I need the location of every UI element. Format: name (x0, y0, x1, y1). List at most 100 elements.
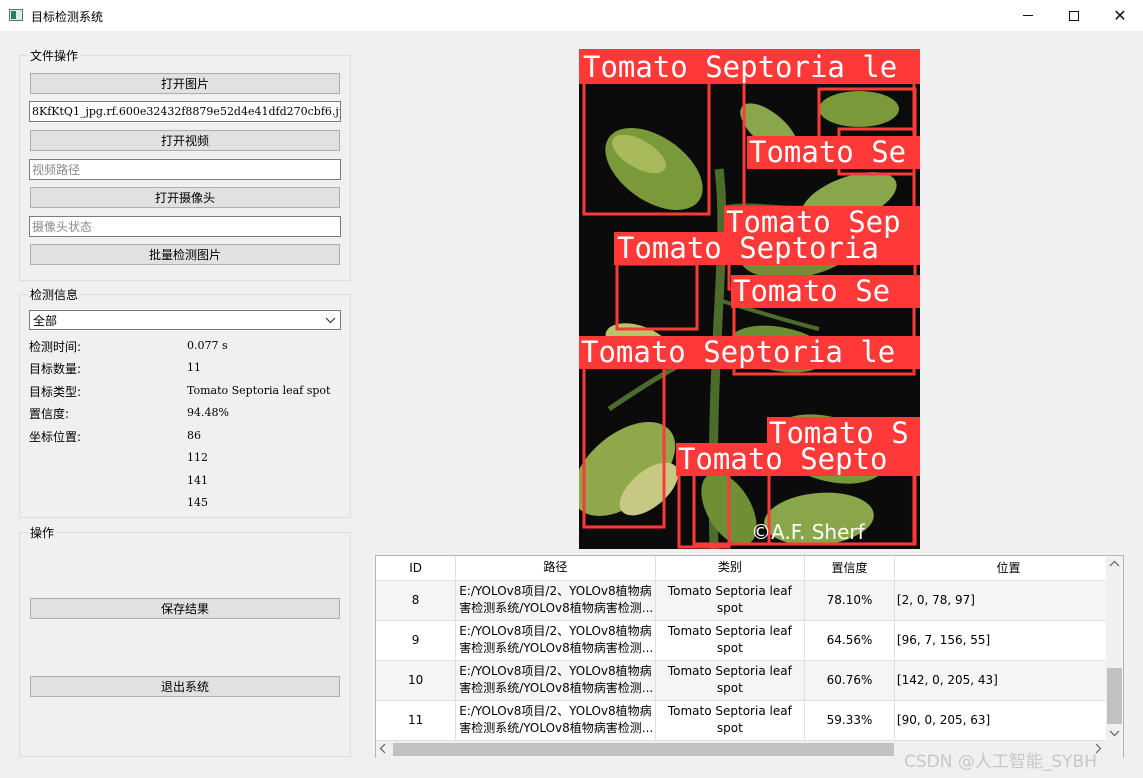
cell-class-line1: Tomato Septoria leaf (667, 704, 792, 718)
scroll-corner (1106, 741, 1123, 758)
cell-class-line2: spot (716, 721, 743, 735)
table-row[interactable]: 8 E:/YOLOv8项目/2、YOLOv8植物病 害检测系统/YOLOv8植物病… (376, 580, 1123, 621)
window-title: 目标检测系统 (31, 10, 104, 24)
table-header-row: ID 路径 类别 置信度 位置 (376, 556, 1123, 581)
vertical-scroll-thumb[interactable] (1107, 668, 1122, 724)
cell-path-line2: 害检测系统/YOLOv8植物病害检测... (459, 681, 654, 695)
target-filter-select[interactable]: 全部 (29, 310, 341, 330)
batch-detect-button[interactable]: 批量检测图片 (30, 244, 340, 265)
target-type-label: 目标类型: (29, 385, 82, 399)
scroll-down-icon[interactable] (1109, 729, 1120, 737)
col-header-id[interactable]: ID (376, 556, 457, 581)
coord-xmin-value: 86 (187, 429, 201, 442)
close-button[interactable]: ✕ (1097, 0, 1143, 31)
camera-status-field[interactable]: 摄像头状态 (29, 216, 341, 237)
cell-confidence: 64.56% (804, 620, 895, 661)
open-image-button[interactable]: 打开图片 (30, 73, 340, 94)
scroll-left-icon[interactable] (379, 743, 387, 754)
chevron-down-icon (325, 317, 336, 324)
video-path-placeholder: 视频路径 (32, 163, 81, 177)
box-label-4: Tomato Septoria (617, 231, 879, 265)
app-icon (9, 9, 23, 21)
scroll-up-icon[interactable] (1109, 560, 1120, 568)
horizontal-scroll-thumb[interactable] (393, 743, 894, 756)
cell-position: [90, 0, 205, 63] (894, 700, 1123, 741)
cell-id: 11 (376, 700, 457, 741)
cell-confidence: 59.33% (804, 700, 895, 741)
save-result-button[interactable]: 保存结果 (30, 598, 340, 619)
cell-path-line2: 害检测系统/YOLOv8植物病害检测... (459, 641, 654, 655)
cell-class-line1: Tomato Septoria leaf (667, 624, 792, 638)
cell-path: E:/YOLOv8项目/2、YOLOv8植物病 害检测系统/YOLOv8植物病害检… (455, 580, 656, 621)
confidence-value: 94.48% (187, 406, 229, 419)
operations-group: 操作 (19, 524, 351, 757)
cell-id: 10 (376, 660, 457, 701)
minimize-button[interactable] (1005, 0, 1051, 31)
cell-path: E:/YOLOv8项目/2、YOLOv8植物病 害检测系统/YOLOv8植物病害检… (455, 660, 656, 701)
cell-confidence: 78.10% (804, 580, 895, 621)
cell-class-line1: Tomato Septoria leaf (667, 664, 792, 678)
minimize-icon (1023, 15, 1033, 16)
table-row[interactable]: 10 E:/YOLOv8项目/2、YOLOv8植物病 害检测系统/YOLOv8植物… (376, 660, 1123, 701)
col-header-confidence[interactable]: 置信度 (804, 556, 895, 581)
coord-xmax-value: 141 (187, 474, 208, 487)
target-count-value: 11 (187, 361, 201, 374)
operations-title: 操作 (28, 524, 57, 541)
video-path-field[interactable]: 视频路径 (29, 159, 341, 180)
close-icon: ✕ (1113, 5, 1127, 25)
open-camera-button[interactable]: 打开摄像头 (30, 187, 340, 208)
cell-class: Tomato Septoria leaf spot (655, 660, 806, 701)
cell-path-line2: 害检测系统/YOLOv8植物病害检测... (459, 721, 654, 735)
box-label-8: Tomato Septo (678, 442, 888, 476)
cell-position: [2, 0, 78, 97] (894, 580, 1123, 621)
cell-class-line2: spot (716, 601, 743, 615)
target-filter-value: 全部 (33, 313, 58, 328)
detection-canvas: Tomato Septoria le Tomato Se Tomato Sep … (579, 49, 920, 549)
maximize-icon (1069, 10, 1079, 21)
cell-path-line1: E:/YOLOv8项目/2、YOLOv8植物病 (459, 624, 652, 638)
cell-class-line2: spot (716, 641, 743, 655)
cell-id: 9 (376, 620, 457, 661)
copyright-text: ©A.F. Sherf (751, 520, 866, 544)
cell-class-line1: Tomato Septoria leaf (667, 584, 792, 598)
detect-time-value: 0.077 s (187, 339, 228, 352)
cell-path: E:/YOLOv8项目/2、YOLOv8植物病 害检测系统/YOLOv8植物病害检… (455, 620, 656, 661)
cell-path-line1: E:/YOLOv8项目/2、YOLOv8植物病 (459, 584, 652, 598)
cell-path-line2: 害检测系统/YOLOv8植物病害检测... (459, 601, 654, 615)
table-row[interactable]: 11 E:/YOLOv8项目/2、YOLOv8植物病 害检测系统/YOLOv8植物… (376, 700, 1123, 741)
detect-info-title: 检测信息 (28, 286, 81, 303)
coord-ymax-value: 145 (187, 496, 208, 509)
maximize-button[interactable] (1051, 0, 1097, 31)
cell-position: [142, 0, 205, 43] (894, 660, 1123, 701)
col-header-path[interactable]: 路径 (455, 556, 656, 581)
col-header-position[interactable]: 位置 (894, 556, 1123, 581)
image-path-field[interactable]: 8KfKtQ1_jpg.rf.600e32432f8879e52d4e41dfd… (29, 101, 341, 122)
box-label-1: Tomato Septoria le (583, 50, 897, 84)
cell-class: Tomato Septoria leaf spot (655, 700, 806, 741)
camera-status-placeholder: 摄像头状态 (32, 220, 93, 234)
table-row[interactable]: 9 E:/YOLOv8项目/2、YOLOv8植物病 害检测系统/YOLOv8植物病… (376, 620, 1123, 661)
table-vertical-scrollbar[interactable] (1106, 556, 1123, 741)
box-label-5: Tomato Se (733, 274, 890, 308)
watermark-text: CSDN @人工智能_SYBH (904, 752, 1097, 772)
detection-image: Tomato Septoria le Tomato Se Tomato Sep … (579, 49, 920, 549)
file-ops-title: 文件操作 (28, 47, 81, 64)
cell-class: Tomato Septoria leaf spot (655, 620, 806, 661)
target-count-label: 目标数量: (29, 362, 82, 376)
target-type-value: Tomato Septoria leaf spot (187, 384, 331, 397)
cell-class-line2: spot (716, 681, 743, 695)
exit-system-button[interactable]: 退出系统 (30, 676, 340, 697)
confidence-label: 置信度: (29, 407, 70, 421)
cell-path-line1: E:/YOLOv8项目/2、YOLOv8植物病 (459, 704, 652, 718)
cell-class: Tomato Septoria leaf spot (655, 580, 806, 621)
cell-path-line1: E:/YOLOv8项目/2、YOLOv8植物病 (459, 664, 652, 678)
coord-ymin-value: 112 (187, 451, 208, 464)
results-table[interactable]: ID 路径 类别 置信度 位置 8 E:/YOLOv8项目/2、YOLOv8植物… (375, 555, 1124, 758)
cell-path: E:/YOLOv8项目/2、YOLOv8植物病 害检测系统/YOLOv8植物病害检… (455, 700, 656, 741)
coords-label: 坐标位置: (29, 430, 82, 444)
box-label-2: Tomato Se (749, 135, 906, 169)
col-header-class[interactable]: 类别 (655, 556, 806, 581)
box-label-6: Tomato Septoria le (581, 335, 895, 369)
cell-position: [96, 7, 156, 55] (894, 620, 1123, 661)
open-video-button[interactable]: 打开视频 (30, 130, 340, 151)
